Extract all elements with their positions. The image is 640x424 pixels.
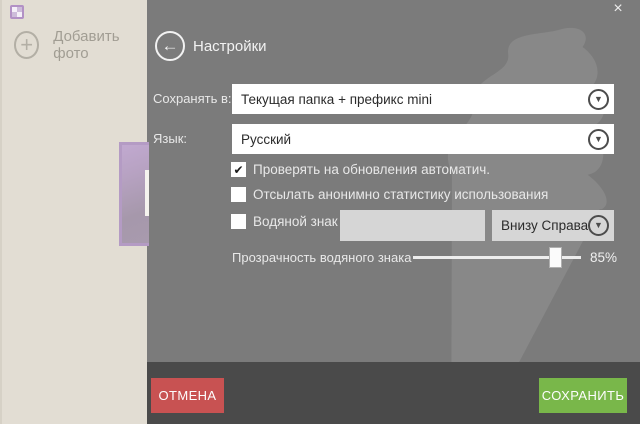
watermark-checkbox[interactable]: ✔ [231, 214, 246, 229]
check-updates-checkbox[interactable]: ✔ [231, 162, 246, 177]
save-to-label: Сохранять в: [153, 84, 232, 114]
save-button[interactable]: СОХРАНИТЬ [539, 378, 627, 413]
add-photo-label: Добавить фото [53, 28, 147, 62]
app-logo-icon [10, 5, 24, 19]
opacity-slider[interactable] [413, 256, 581, 259]
chevron-down-icon: ▼ [588, 215, 609, 236]
check-updates-row[interactable]: ✔ Проверять на обновления автоматич. [231, 162, 490, 177]
page-title: Настройки [193, 38, 267, 55]
send-stats-row[interactable]: ✔ Отсылать анонимно статистику использов… [231, 187, 548, 202]
send-stats-checkbox[interactable]: ✔ [231, 187, 246, 202]
watermark-row[interactable]: ✔ Водяной знак [231, 214, 338, 229]
save-to-dropdown[interactable]: Текущая папка + префикс mini ▼ [232, 84, 614, 114]
cancel-button[interactable]: ОТМЕНА [151, 378, 224, 413]
watermark-position-value: Внизу Справа [492, 218, 588, 233]
check-updates-label: Проверять на обновления автоматич. [253, 162, 490, 177]
settings-panel: × ← Настройки Сохранять в: Текущая папка… [147, 0, 640, 424]
check-icon: ✔ [233, 164, 243, 176]
back-arrow-icon: ← [162, 36, 179, 56]
add-photo-button[interactable]: + Добавить фото [14, 30, 147, 60]
photo-thumbnail[interactable] [119, 142, 149, 246]
save-to-value: Текущая папка + префикс mini [232, 92, 588, 107]
chevron-down-icon: ▼ [588, 129, 609, 150]
opacity-slider-thumb[interactable] [549, 247, 562, 268]
back-button[interactable]: ← [155, 31, 185, 61]
watermark-text-input[interactable] [340, 210, 485, 241]
watermark-label: Водяной знак [253, 214, 338, 229]
opacity-label: Прозрачность водяного знака [232, 246, 411, 270]
opacity-value: 85% [590, 250, 617, 265]
send-stats-label: Отсылать анонимно статистику использован… [253, 187, 548, 202]
watermark-position-dropdown[interactable]: Внизу Справа ▼ [492, 210, 614, 241]
plus-icon: + [14, 31, 39, 59]
language-dropdown[interactable]: Русский ▼ [232, 124, 614, 154]
language-label: Язык: [153, 124, 187, 154]
photo-list-sidebar: + Добавить фото [0, 0, 147, 424]
language-value: Русский [232, 132, 588, 147]
chevron-down-icon: ▼ [588, 89, 609, 110]
close-icon[interactable]: × [609, 0, 627, 18]
action-bar: ОТМЕНА СОХРАНИТЬ [147, 362, 640, 424]
